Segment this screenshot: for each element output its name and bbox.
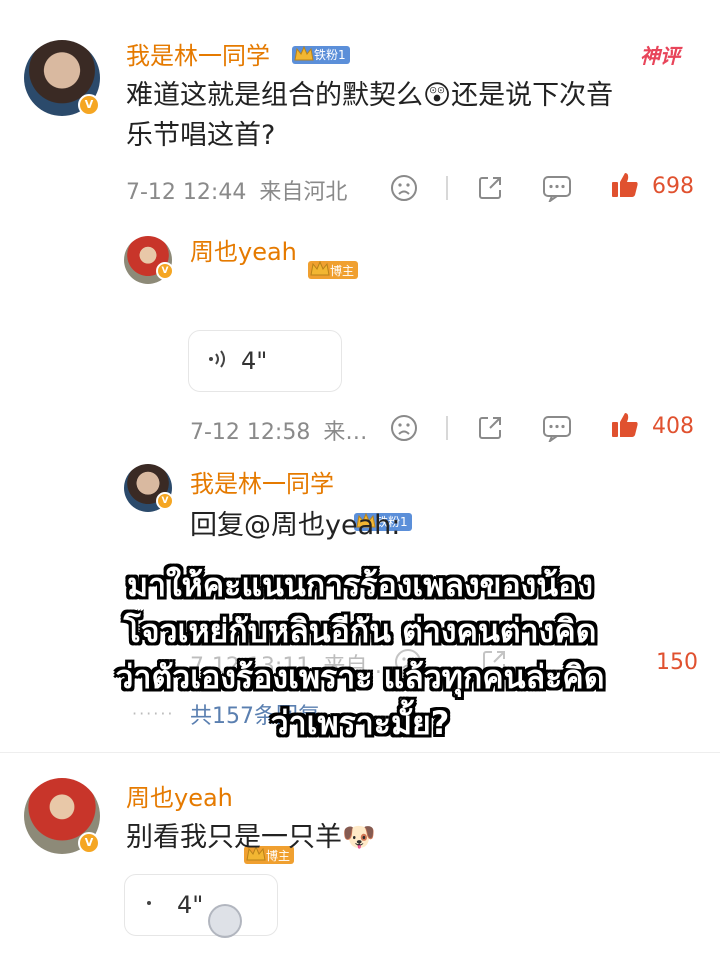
sad-face-icon[interactable] [390,414,418,442]
thumbs-up-icon[interactable] [610,410,640,440]
hot-comment-tag: 神评 [640,44,680,68]
touch-indicator [208,904,242,938]
like-count: 698 [652,174,694,199]
role-badge: 博主 [308,260,359,279]
caption-line: มาให้คะแนนการร้องเพลงของน้อง [126,566,593,604]
sad-face-icon[interactable] [390,174,418,202]
comment-icon[interactable] [542,174,572,202]
caption-line: ว่าตัวเองร้องเพราะ แล้วทุกคนล่ะคิด [115,658,605,696]
fan-badge: 铁粉1 [292,45,350,64]
username[interactable]: 我是林一同学 [190,464,334,499]
location: 来自河北 [259,180,348,205]
divider [446,176,448,200]
voice-duration: 4" [177,891,204,919]
timestamp: 7-12 12:44 [126,180,247,205]
username[interactable]: 周也yeah [190,232,297,267]
verified-v-icon: V [156,492,174,510]
voice-message[interactable]: 4" [124,874,278,936]
like-count: 408 [652,414,694,439]
share-icon[interactable] [476,174,504,202]
comment-meta: 7-12 12:58 来… [190,414,367,446]
caption-overlay: มาให้คะแนนการร้องเพลงของน้อง โจวเหย่กับห… [0,562,720,746]
comment-icon[interactable] [542,414,572,442]
crown-icon [308,257,332,281]
caption-line: โจวเหย่กับหลินอีกัน ต่างคนต่างคิด [123,612,597,650]
voice-message[interactable]: 4" [188,330,342,392]
timestamp: 7-12 12:58 [190,420,311,445]
crown-icon [292,42,316,66]
divider [446,416,448,440]
reply-item: V 我是林一同学 铁粉1 回复@周也yeah: 7-12 13:11 来自… 1… [0,39,720,729]
comment-text: 难道这就是组合的默契么😲还是说下次音 乐节唱这首? [126,80,614,151]
comment-text: 别看我只是一只羊🐶 [126,822,376,853]
voice-duration: 4" [241,347,268,375]
thumbs-up-icon[interactable] [610,170,640,200]
section-divider [0,752,720,753]
verified-v-icon: V [156,262,174,280]
share-icon[interactable] [476,414,504,442]
username[interactable]: 周也yeah [126,778,233,813]
username[interactable]: 我是林一同学 [126,36,270,71]
voice-wave-icon [207,348,229,374]
comment-meta: 7-12 12:44 来自河北 [126,174,347,206]
comment-item: V 我是林一同学 铁粉1 神评 难道这就是组合的默契么😲还是说下次音 乐节唱这首… [0,0,720,205]
caption-line: ว่าเพราะมั้ย? [270,704,450,742]
verified-v-icon: V [78,94,100,116]
voice-wave-icon [143,892,165,918]
reply-item: V 周也yeah 博主 4" 7-12 12:58 来… 408 [0,20,720,445]
reply-text: 回复@周也yeah: [190,510,401,541]
verified-v-icon: V [78,832,100,854]
location: 来… [323,420,368,445]
